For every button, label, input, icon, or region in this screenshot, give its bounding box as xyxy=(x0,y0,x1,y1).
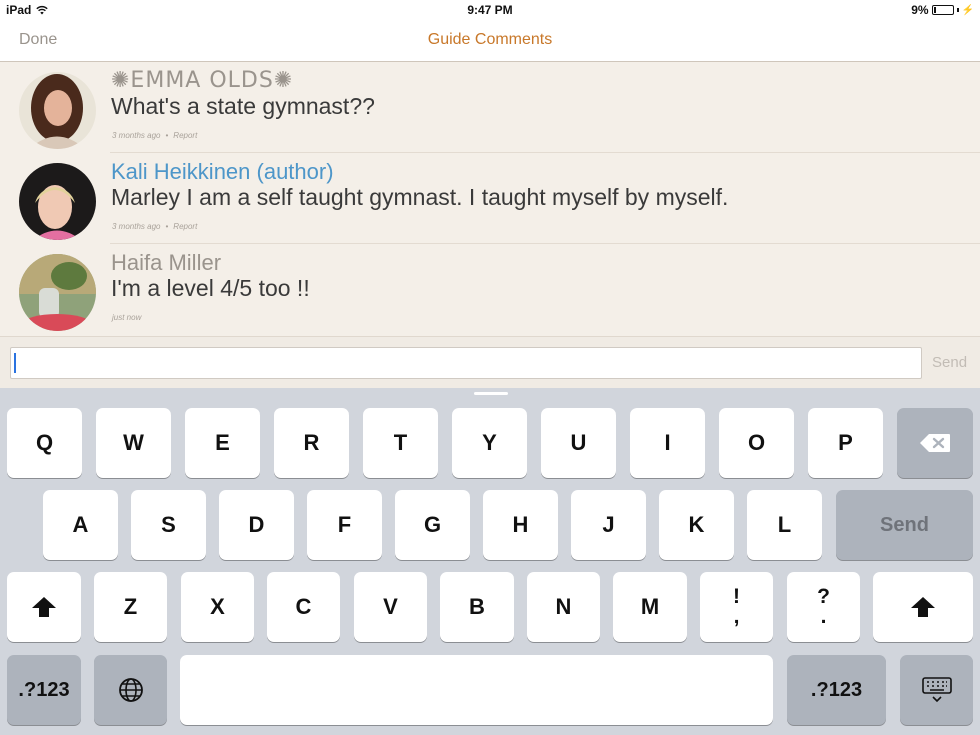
key-e[interactable]: E xyxy=(185,408,260,478)
key-period: . xyxy=(820,605,827,628)
key-t[interactable]: T xyxy=(363,408,438,478)
hide-keyboard-icon xyxy=(921,677,952,703)
nav-bar: Done Guide Comments xyxy=(0,20,980,62)
key-c[interactable]: C xyxy=(267,572,340,642)
key-j[interactable]: J xyxy=(571,490,646,560)
key-l[interactable]: L xyxy=(747,490,822,560)
status-bar: iPad 9:47 PM 9% ⚡ xyxy=(0,0,980,20)
shift-key-right[interactable] xyxy=(873,572,973,642)
key-exclaim-comma[interactable]: ! , xyxy=(700,572,773,642)
key-n[interactable]: N xyxy=(527,572,600,642)
battery-percent: 9% xyxy=(911,3,929,17)
key-o[interactable]: O xyxy=(719,408,794,478)
key-r[interactable]: R xyxy=(274,408,349,478)
key-y[interactable]: Y xyxy=(452,408,527,478)
comment-meta: 3 months ago • Report xyxy=(112,222,197,231)
key-question-period[interactable]: ? . xyxy=(787,572,860,642)
comment-time: 3 months ago xyxy=(112,131,161,140)
battery-icon xyxy=(931,5,954,15)
key-s[interactable]: S xyxy=(131,490,206,560)
keyboard-send-key[interactable]: Send xyxy=(836,490,973,560)
user-avatar[interactable] xyxy=(19,254,96,331)
on-screen-keyboard: Q W E R T Y U I O P A S D F G H J K L Se… xyxy=(0,388,980,735)
globe-icon xyxy=(118,678,143,702)
separator-dot: • xyxy=(165,131,169,140)
numbers-key-right[interactable]: .?123 xyxy=(787,655,886,725)
key-z[interactable]: Z xyxy=(94,572,167,642)
shift-icon xyxy=(911,597,935,617)
comment-text: I'm a level 4/5 too !! xyxy=(111,275,310,301)
comment-author[interactable]: Kali Heikkinen (author) xyxy=(111,159,334,185)
keyboard-handle[interactable] xyxy=(474,392,508,395)
key-b[interactable]: B xyxy=(440,572,514,642)
comment-meta: 3 months ago • Report xyxy=(112,131,197,140)
comment-meta: just now xyxy=(112,313,141,322)
comment-text: Marley I am a self taught gymnast. I tau… xyxy=(111,184,729,210)
shift-key-left[interactable] xyxy=(7,572,81,642)
text-cursor xyxy=(14,353,16,373)
report-link[interactable]: Report xyxy=(173,222,197,231)
hide-keyboard-key[interactable] xyxy=(900,655,973,725)
shift-icon xyxy=(32,597,56,617)
page-title: Guide Comments xyxy=(427,31,553,48)
key-k[interactable]: K xyxy=(659,490,734,560)
comment-time: 3 months ago xyxy=(112,222,161,231)
comment-author[interactable]: Haifa Miller xyxy=(111,250,221,276)
comment-item: Kali Heikkinen (author) Marley I am a se… xyxy=(0,153,980,244)
key-g[interactable]: G xyxy=(395,490,470,560)
comment-time: just now xyxy=(112,313,142,322)
comment-list: ✺EMMA OLDS✺ What's a state gymnast?? 3 m… xyxy=(0,62,980,336)
key-u[interactable]: U xyxy=(541,408,616,478)
charging-icon: ⚡ xyxy=(961,4,974,16)
comment-item: Haifa Miller I'm a level 4/5 too !! just… xyxy=(0,244,980,335)
key-q[interactable]: Q xyxy=(7,408,82,478)
user-avatar[interactable] xyxy=(19,163,96,240)
key-p[interactable]: P xyxy=(808,408,883,478)
key-x[interactable]: X xyxy=(181,572,254,642)
key-exclaim-comma-labels: ! , xyxy=(733,585,740,628)
status-right: 9% ⚡ xyxy=(911,3,974,17)
comment-text: What's a state gymnast?? xyxy=(111,93,375,119)
key-d[interactable]: D xyxy=(219,490,294,560)
delete-icon xyxy=(920,434,950,452)
key-v[interactable]: V xyxy=(354,572,427,642)
key-a[interactable]: A xyxy=(43,490,118,560)
user-avatar[interactable] xyxy=(19,72,96,149)
key-m[interactable]: M xyxy=(613,572,687,642)
numbers-key-left[interactable]: .?123 xyxy=(7,655,81,725)
battery-tip xyxy=(956,8,959,12)
space-bar[interactable] xyxy=(180,655,773,725)
comment-item: ✺EMMA OLDS✺ What's a state gymnast?? 3 m… xyxy=(0,62,980,153)
key-question: ? xyxy=(817,585,830,608)
key-f[interactable]: F xyxy=(307,490,382,560)
comment-composer: Send xyxy=(0,336,980,388)
key-comma: , xyxy=(733,605,740,628)
report-link[interactable]: Report xyxy=(173,131,197,140)
send-button[interactable]: Send xyxy=(932,354,967,371)
key-w[interactable]: W xyxy=(96,408,171,478)
key-question-period-labels: ? . xyxy=(817,585,830,628)
globe-key[interactable] xyxy=(94,655,167,725)
comment-author[interactable]: ✺EMMA OLDS✺ xyxy=(111,68,293,93)
status-time: 9:47 PM xyxy=(467,3,513,17)
comment-input[interactable] xyxy=(10,347,922,379)
key-i[interactable]: I xyxy=(630,408,705,478)
separator-dot: • xyxy=(165,222,169,231)
delete-key[interactable] xyxy=(897,408,973,478)
key-exclaim: ! xyxy=(733,585,740,608)
key-h[interactable]: H xyxy=(483,490,558,560)
